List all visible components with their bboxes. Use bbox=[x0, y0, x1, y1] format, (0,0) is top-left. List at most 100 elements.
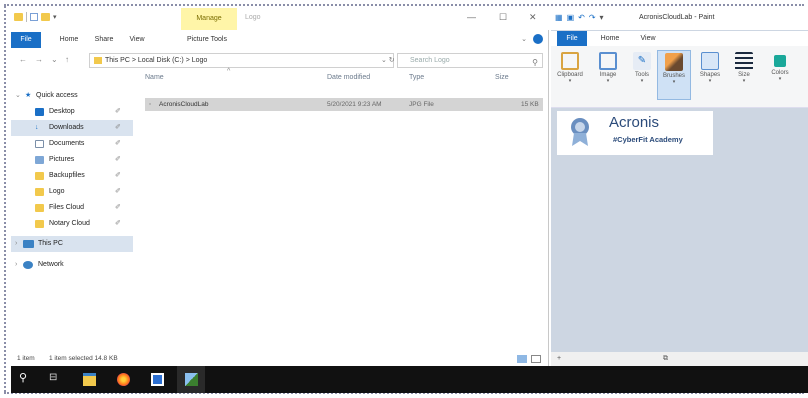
properties-icon[interactable] bbox=[30, 13, 38, 21]
sidebar-item-label: Notary Cloud bbox=[49, 220, 90, 227]
clipboard-icon bbox=[561, 52, 579, 70]
address-bar[interactable]: This PC > Local Disk (C:) > Logo bbox=[89, 53, 394, 68]
details-view-icon[interactable] bbox=[517, 355, 527, 363]
firefox-button[interactable] bbox=[109, 366, 137, 393]
file-name: AcronisCloudLab bbox=[159, 101, 209, 108]
downloads-icon: ↓ bbox=[35, 124, 39, 131]
sidebar-item-network[interactable]: › Network bbox=[11, 257, 133, 273]
file-explorer-button[interactable] bbox=[75, 366, 103, 393]
brushes-group[interactable]: Brushes ▾ bbox=[657, 50, 691, 100]
image-group[interactable]: Image ▾ bbox=[591, 50, 625, 100]
app-button[interactable] bbox=[143, 366, 171, 393]
address-row: ← → ⌄ ↑ This PC > Local Disk (C:) > Logo… bbox=[11, 52, 549, 70]
search-button[interactable]: ⚲ bbox=[11, 366, 39, 393]
sidebar-item-backupfiles[interactable]: Backupfiles ✐ bbox=[11, 168, 133, 184]
pin-icon: ✐ bbox=[115, 188, 121, 195]
shapes-group[interactable]: Shapes ▾ bbox=[693, 50, 727, 100]
forward-arrow-icon[interactable]: → bbox=[35, 55, 43, 64]
column-header-name[interactable]: Name bbox=[145, 74, 164, 81]
sidebar-item-this-pc[interactable]: › This PC bbox=[11, 236, 133, 252]
colors-group[interactable]: Colors ▾ bbox=[763, 50, 797, 100]
sidebar-item-label: Logo bbox=[49, 188, 65, 195]
sidebar-item-pictures[interactable]: Pictures ✐ bbox=[11, 152, 133, 168]
chevron-down-icon: ▾ bbox=[672, 79, 676, 85]
window-title: AcronisCloudLab - Paint bbox=[639, 14, 715, 21]
chevron-down-icon[interactable]: ▾ bbox=[53, 13, 57, 21]
shapes-icon bbox=[701, 52, 719, 70]
tab-picture-tools[interactable]: Picture Tools bbox=[179, 32, 235, 48]
chevron-down-icon: ▾ bbox=[606, 78, 610, 84]
chevron-down-icon[interactable]: ▾ bbox=[600, 13, 604, 22]
pin-icon: ✐ bbox=[115, 172, 121, 179]
redo-icon[interactable]: ↷ bbox=[589, 13, 596, 22]
tab-view[interactable]: View bbox=[125, 32, 149, 48]
tab-file[interactable]: File bbox=[11, 32, 41, 48]
new-folder-icon[interactable] bbox=[41, 13, 50, 21]
maximize-button[interactable]: ☐ bbox=[499, 12, 507, 23]
undo-icon[interactable]: ↶ bbox=[578, 13, 585, 22]
chevron-down-icon: ▾ bbox=[708, 78, 712, 84]
title-bar: ▾ Manage Logo — ☐ ✕ bbox=[11, 8, 549, 30]
refresh-icon[interactable]: ⌄ ↻ bbox=[381, 56, 395, 64]
sidebar-item-quick-access[interactable]: ⌄ ★ Quick access bbox=[11, 88, 133, 104]
chevron-down-icon[interactable]: ⌄ bbox=[15, 88, 21, 104]
tab-home[interactable]: Home bbox=[597, 31, 623, 46]
chevron-right-icon[interactable]: › bbox=[15, 257, 17, 273]
search-input[interactable]: Search Logo ⚲ bbox=[397, 53, 543, 68]
save-icon[interactable]: ▣ bbox=[567, 13, 575, 22]
pin-icon: ✐ bbox=[115, 124, 121, 131]
paint-canvas-area[interactable]: Acronis #CyberFit Academy bbox=[551, 108, 808, 352]
paint-window: ▦ ▣ ↶ ↷ ▾ AcronisCloudLab - Paint File H… bbox=[551, 8, 808, 366]
tab-file[interactable]: File bbox=[557, 31, 587, 46]
column-header-size[interactable]: Size bbox=[495, 74, 509, 81]
sidebar-item-label: This PC bbox=[38, 240, 63, 247]
file-explorer-window: ▾ Manage Logo — ☐ ✕ File Home Share View… bbox=[11, 8, 549, 366]
tab-view[interactable]: View bbox=[637, 31, 659, 46]
tab-share[interactable]: Share bbox=[91, 32, 117, 48]
close-button[interactable]: ✕ bbox=[529, 12, 537, 23]
sidebar-item-desktop[interactable]: Desktop ✐ bbox=[11, 104, 133, 120]
sidebar-item-notary-cloud[interactable]: Notary Cloud ✐ bbox=[11, 216, 133, 232]
pin-icon: ✐ bbox=[115, 140, 121, 147]
sidebar-item-downloads[interactable]: ↓ Downloads ✐ bbox=[11, 120, 133, 136]
sidebar-item-documents[interactable]: Documents ✐ bbox=[11, 136, 133, 152]
chevron-down-icon: ▾ bbox=[568, 78, 572, 84]
folder-icon bbox=[14, 13, 23, 21]
column-header-date[interactable]: Date modified bbox=[327, 74, 370, 81]
table-row[interactable]: ▫ AcronisCloudLab 5/20/2021 9:23 AM JPG … bbox=[145, 98, 543, 111]
folder-icon bbox=[35, 204, 44, 212]
back-arrow-icon[interactable]: ← bbox=[19, 55, 27, 64]
color-palette-icon bbox=[774, 55, 786, 67]
file-type: JPG File bbox=[409, 101, 434, 108]
tab-home[interactable]: Home bbox=[57, 32, 81, 48]
chevron-down-icon: ▾ bbox=[742, 78, 746, 84]
address-path: This PC > Local Disk (C:) > Logo bbox=[105, 57, 208, 64]
minimize-button[interactable]: — bbox=[467, 12, 476, 22]
up-arrow-icon[interactable]: ↑ bbox=[65, 55, 69, 64]
window-title: Logo bbox=[245, 14, 261, 21]
column-header-type[interactable]: Type bbox=[409, 74, 424, 81]
app-icon bbox=[151, 373, 164, 386]
help-icon[interactable] bbox=[533, 34, 543, 44]
task-view-button[interactable]: ⊟ bbox=[41, 366, 69, 393]
sidebar-item-label: Backupfiles bbox=[49, 172, 85, 179]
firefox-icon bbox=[117, 373, 130, 386]
sidebar-item-logo[interactable]: Logo ✐ bbox=[11, 184, 133, 200]
file-explorer-icon bbox=[83, 373, 96, 386]
tab-manage[interactable]: Manage bbox=[181, 8, 237, 30]
clipboard-group[interactable]: Clipboard ▾ bbox=[553, 50, 587, 100]
recent-locations-icon[interactable]: ⌄ bbox=[51, 55, 58, 64]
title-bar: ▦ ▣ ↶ ↷ ▾ AcronisCloudLab - Paint bbox=[551, 8, 808, 30]
acronis-badge-icon bbox=[571, 118, 589, 146]
size-group[interactable]: Size ▾ bbox=[727, 50, 761, 100]
large-icons-view-icon[interactable] bbox=[531, 355, 541, 363]
ribbon-expand-icon[interactable]: ⌄ bbox=[519, 32, 529, 48]
tools-group[interactable]: ✎ Tools ▾ bbox=[625, 50, 659, 100]
chevron-down-icon: ▾ bbox=[640, 78, 644, 84]
sidebar-item-files-cloud[interactable]: Files Cloud ✐ bbox=[11, 200, 133, 216]
status-item-count: 1 item bbox=[17, 355, 35, 362]
paint-taskbar-button[interactable] bbox=[177, 366, 205, 393]
status-bar: 1 item 1 item selected 14.8 KB bbox=[11, 352, 549, 366]
pin-icon: ✐ bbox=[115, 204, 121, 211]
chevron-right-icon[interactable]: › bbox=[15, 236, 17, 252]
